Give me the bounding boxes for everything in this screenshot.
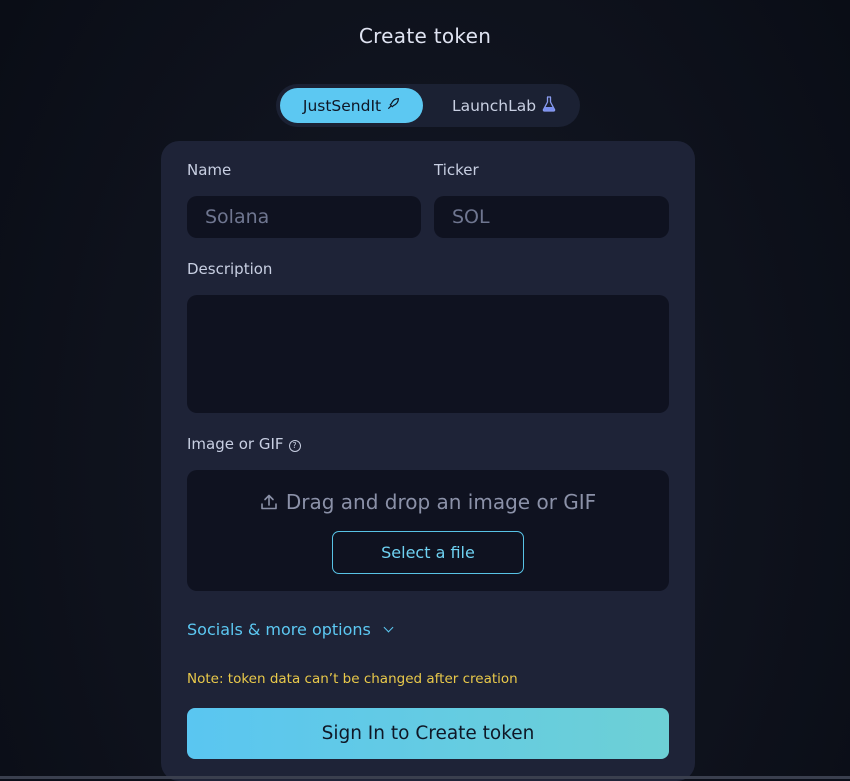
sign-in-create-token-button[interactable]: Sign In to Create token	[187, 708, 669, 759]
mode-option-launchlab[interactable]: LaunchLab	[432, 88, 576, 123]
chevron-down-icon	[383, 622, 394, 633]
socials-options-label: Socials & more options	[187, 620, 371, 639]
mode-option-label: JustSendIt	[302, 96, 382, 115]
page-title: Create token	[358, 24, 492, 48]
create-token-form: Name Ticker Solana SOL Description Image…	[161, 141, 695, 781]
socials-options-toggle[interactable]: Socials & more options	[187, 620, 394, 639]
ticker-input[interactable]: SOL	[434, 196, 669, 238]
rocket-icon	[387, 97, 400, 114]
creation-note: Note: token data can’t be changed after …	[187, 671, 518, 687]
select-file-button[interactable]: Select a file	[332, 531, 524, 574]
name-label: Name	[187, 161, 232, 179]
help-icon[interactable]: ?	[288, 440, 301, 452]
drop-zone-text: Drag and drop an image or GIF	[285, 490, 597, 514]
image-label-text: Image or GIF	[187, 435, 284, 453]
upload-icon	[260, 492, 278, 516]
mode-toggle: JustSendIt LaunchLab	[276, 84, 580, 127]
name-input[interactable]: Solana	[187, 196, 421, 238]
mode-option-justsendit[interactable]: JustSendIt	[280, 88, 423, 123]
description-textarea[interactable]	[187, 295, 669, 413]
drop-zone-prompt: Drag and drop an image or GIF	[187, 490, 669, 516]
mode-option-label: LaunchLab	[451, 96, 537, 115]
ticker-label: Ticker	[434, 161, 479, 179]
flask-icon	[542, 95, 556, 116]
image-drop-zone[interactable]: Drag and drop an image or GIF Select a f…	[187, 470, 669, 591]
image-label: Image or GIF?	[187, 435, 301, 453]
description-label: Description	[187, 260, 273, 278]
